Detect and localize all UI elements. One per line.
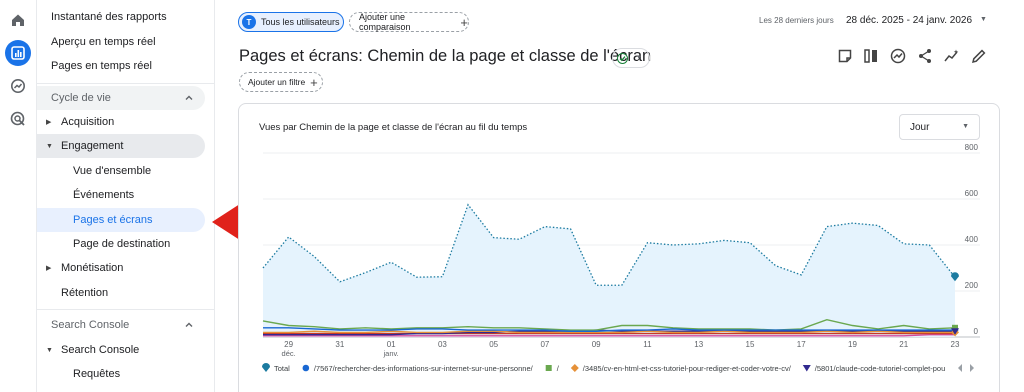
x-tick-month-label: janv. [382,349,398,358]
x-tick-label: 21 [899,340,908,349]
line-chart[interactable]: 800 600 400 200 0 29déc. 31 01janv. 03 05 07 09 11 13… [0,0,1024,392]
legend-label: /7567/rechercher-des-informations-sur-in… [314,364,534,373]
y-tick-label: 800 [965,143,979,152]
y-tick-label: 0 [974,327,979,336]
y-tick-label: 600 [965,189,979,198]
legend-marker [545,365,552,371]
y-tick-label: 400 [965,235,979,244]
total-area [263,204,955,337]
y-tick-label: 200 [965,281,979,290]
legend-fade [950,360,980,376]
x-tick-label: 29 [284,340,293,349]
legend-marker [570,364,579,372]
legend-label: Total [274,364,290,373]
x-tick-month-label: déc. [282,349,296,358]
legend-label: / [557,364,560,373]
x-tick-label: 01 [387,340,396,349]
legend-label: /3485/cv-en-html-et-css-tutoriel-pour-re… [583,364,792,373]
x-tick-label: 13 [694,340,703,349]
x-tick-label: 31 [335,340,344,349]
x-tick-label: 03 [438,340,447,349]
legend-marker [262,363,270,372]
x-tick-label: 09 [592,340,601,349]
legend-label: /5801/claude-code-tutoriel-complet-pou [815,364,946,373]
legend-marker [302,364,310,372]
legend-marker [802,365,811,372]
x-tick-label: 19 [848,340,857,349]
x-tick-label: 23 [951,340,960,349]
x-tick-label: 07 [540,340,549,349]
x-tick-label: 05 [489,340,498,349]
x-tick-label: 15 [746,340,755,349]
x-tick-label: 11 [643,340,652,349]
x-tick-label: 17 [797,340,806,349]
